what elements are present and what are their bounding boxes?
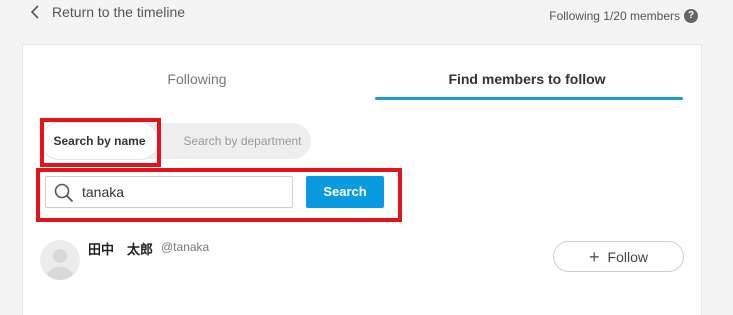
search-by-department-button[interactable]: Search by department xyxy=(174,123,311,159)
search-button[interactable]: Search xyxy=(306,176,384,208)
help-icon[interactable]: ? xyxy=(684,9,698,23)
follow-panel: Following Find members to follow Search … xyxy=(22,44,702,315)
avatar-icon xyxy=(40,240,80,280)
follow-button-label: Follow xyxy=(607,248,648,265)
following-count-text: Following 1/20 members xyxy=(549,9,680,23)
search-mode-toggle: Search by name Search by department xyxy=(41,123,311,159)
user-handle: @tanaka xyxy=(161,240,210,254)
search-icon xyxy=(54,183,74,203)
back-to-timeline-link[interactable]: Return to the timeline xyxy=(28,3,185,21)
plus-icon: + xyxy=(589,246,600,267)
search-input-value: tanaka xyxy=(82,184,125,200)
chevron-left-icon xyxy=(30,5,39,19)
tab-find-members[interactable]: Find members to follow xyxy=(373,71,681,87)
active-tab-indicator xyxy=(375,97,683,100)
search-input[interactable]: tanaka xyxy=(45,176,293,208)
top-bar: Return to the timeline Following 1/20 me… xyxy=(0,0,733,40)
search-by-name-button[interactable]: Search by name xyxy=(41,123,158,159)
follow-button[interactable]: + Follow xyxy=(553,241,684,272)
following-count: Following 1/20 members ? xyxy=(549,9,698,23)
user-name[interactable]: 田中 太郎 xyxy=(88,239,153,258)
tab-following[interactable]: Following xyxy=(123,71,271,87)
back-link-label: Return to the timeline xyxy=(52,4,186,20)
